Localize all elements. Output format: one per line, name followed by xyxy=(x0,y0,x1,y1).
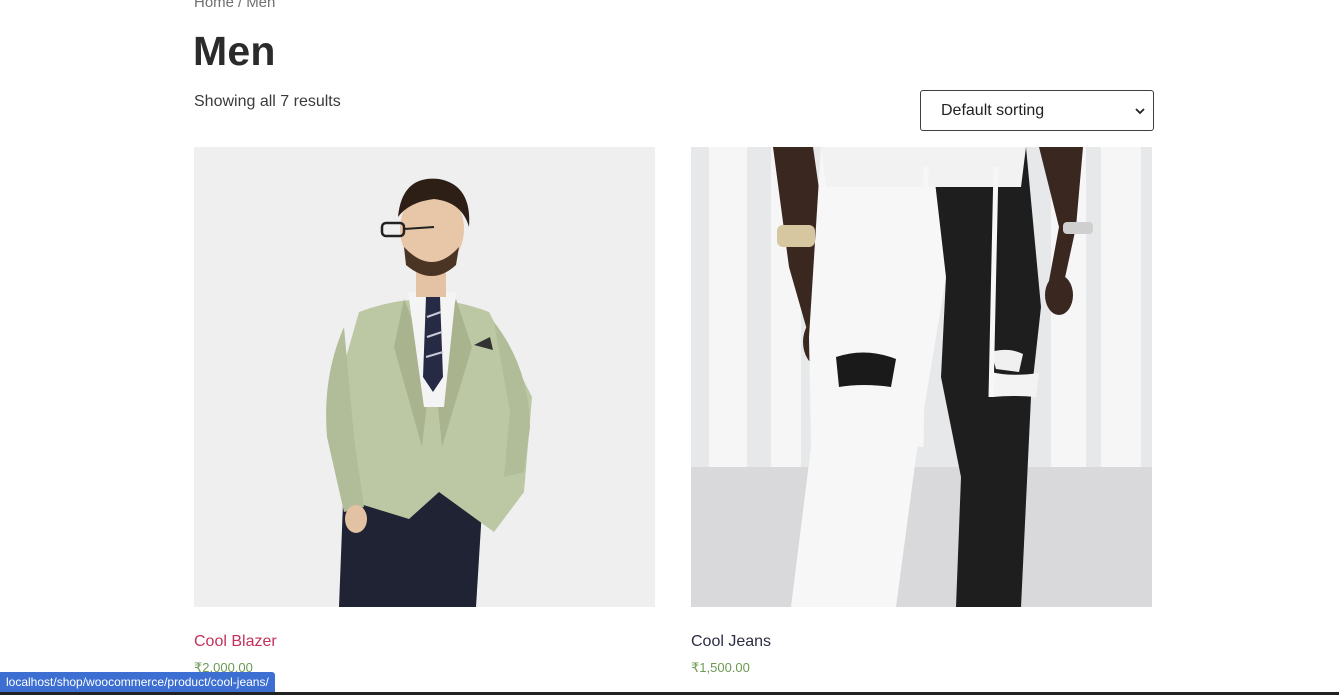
sorting-select[interactable]: Default sorting xyxy=(920,90,1154,131)
breadcrumb: Home / Men xyxy=(194,0,275,11)
breadcrumb-separator: / xyxy=(238,0,243,11)
chevron-down-icon xyxy=(1135,107,1145,114)
jeans-photo xyxy=(691,147,1152,607)
shop-page: Home / Men Men Showing all 7 results Defau… xyxy=(0,0,1339,695)
product-price: ₹1,500.00 xyxy=(691,660,750,675)
product-image-link[interactable] xyxy=(691,147,1152,607)
sorting-selected-value: Default sorting xyxy=(941,101,1045,119)
result-count: Showing all 7 results xyxy=(194,93,341,110)
product-card: Cool Blazer ₹2,000.00 xyxy=(194,147,655,676)
product-card: Cool Jeans ₹1,500.00 xyxy=(691,147,1152,676)
breadcrumb-current: Men xyxy=(246,0,276,11)
breadcrumb-home-link[interactable]: Home xyxy=(194,0,234,11)
product-image-link[interactable] xyxy=(194,147,655,607)
browser-status-bar: localhost/shop/woocommerce/product/cool-… xyxy=(0,672,275,693)
product-title[interactable]: Cool Blazer xyxy=(194,633,655,651)
blazer-photo xyxy=(194,147,655,607)
page-title: Men xyxy=(193,28,276,74)
product-title[interactable]: Cool Jeans xyxy=(691,633,1152,651)
